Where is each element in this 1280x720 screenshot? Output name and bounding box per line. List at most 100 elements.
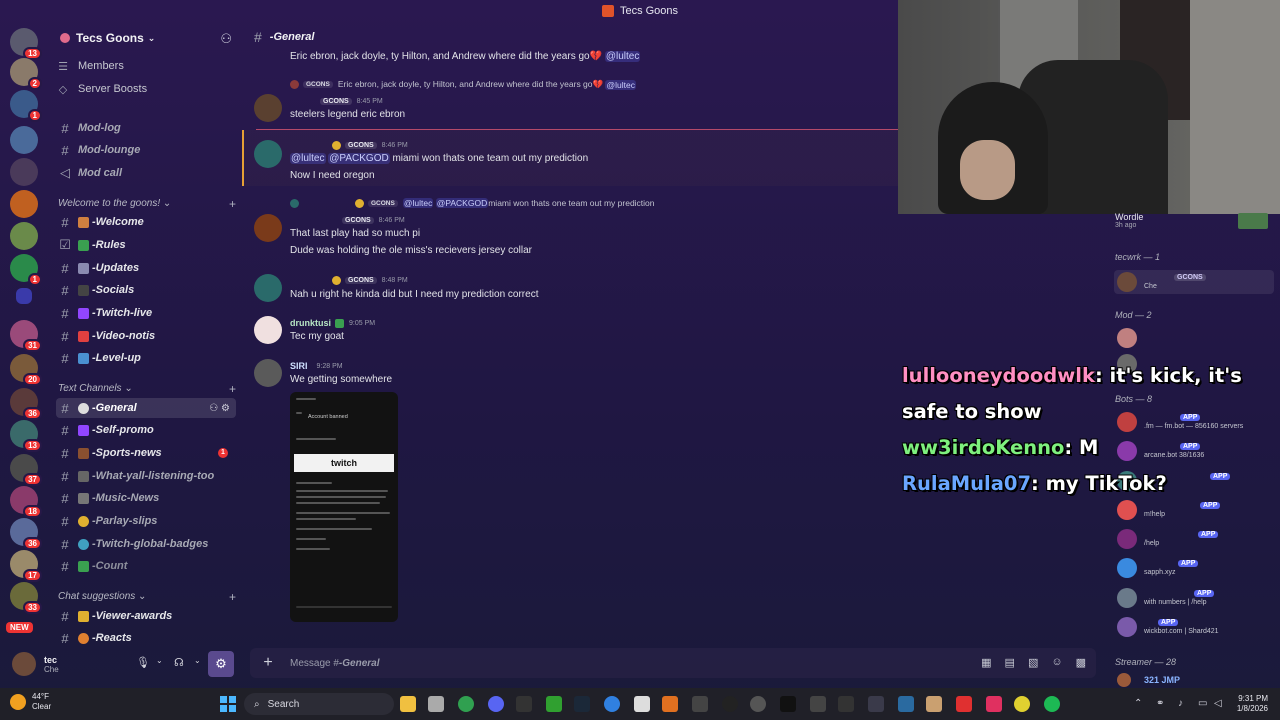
server-icon[interactable]: 17 xyxy=(10,550,42,582)
bot-row[interactable]: APP with numbers | /help xyxy=(1114,586,1274,610)
avatar[interactable] xyxy=(254,359,282,387)
app-icon[interactable] xyxy=(810,696,826,712)
bot-row[interactable]: APP wickbot.com | Shard421 xyxy=(1114,615,1274,639)
add-channel-icon[interactable]: + xyxy=(229,382,236,396)
channel-welcome[interactable]: # -Welcome xyxy=(56,212,236,232)
avatar[interactable] xyxy=(254,274,282,302)
server-icon[interactable] xyxy=(10,190,38,218)
author-name[interactable]: SIRI xyxy=(290,361,308,371)
server-icon[interactable]: 37 xyxy=(10,454,42,486)
mention[interactable]: @lultec xyxy=(290,153,326,164)
monitor-icon[interactable]: ▭ xyxy=(1198,698,1207,709)
avatar[interactable] xyxy=(254,316,282,344)
server-icon[interactable] xyxy=(10,158,38,186)
server-icon[interactable]: 2 xyxy=(10,58,42,90)
app-icon[interactable] xyxy=(750,696,766,712)
app-icon[interactable] xyxy=(926,696,942,712)
weather-widget[interactable]: 44°F Clear xyxy=(10,692,51,712)
channel-sports-news[interactable]: # -Sports-news 1 xyxy=(56,443,236,463)
channel-socials[interactable]: # -Socials xyxy=(56,280,236,300)
steam-icon[interactable] xyxy=(574,696,590,712)
image-attachment[interactable]: Account banned twitch xyxy=(290,392,398,622)
store-icon[interactable] xyxy=(428,696,444,712)
channel-self-promo[interactable]: # -Self-promo xyxy=(56,420,236,440)
apps-icon[interactable]: ▩ xyxy=(1076,656,1086,669)
avatar[interactable] xyxy=(254,214,282,242)
invite-icon[interactable]: ⚇ xyxy=(220,31,232,47)
mic-icon[interactable]: 🎙 xyxy=(136,656,150,669)
channel-level-up[interactable]: # -Level-up xyxy=(56,348,236,368)
mic-icon[interactable]: ♪ xyxy=(1178,698,1183,709)
server-icon[interactable]: 13 xyxy=(10,420,42,452)
avatar[interactable] xyxy=(254,94,282,122)
reply-preview[interactable]: GCONS @lultec @PACKGOD miami won thats o… xyxy=(290,198,655,208)
gift-icon[interactable]: ▦ xyxy=(981,656,991,669)
avatar[interactable] xyxy=(254,140,282,168)
mention[interactable]: @lultec xyxy=(402,198,434,208)
app-icon[interactable] xyxy=(898,696,914,712)
channel-mod-log[interactable]: # Mod-log xyxy=(56,118,236,138)
chevron-down-icon[interactable]: ⌄ xyxy=(156,656,163,665)
server-icon[interactable]: 36 xyxy=(10,388,42,420)
avatar[interactable] xyxy=(12,652,36,676)
gif-icon[interactable]: ▤ xyxy=(1005,656,1015,669)
app-icon[interactable] xyxy=(986,696,1002,712)
channel-parlay-slips[interactable]: # -Parlay-slips xyxy=(56,511,236,531)
start-button[interactable] xyxy=(220,696,236,712)
app-icon[interactable] xyxy=(838,696,854,712)
chrome-icon[interactable] xyxy=(458,696,474,712)
volume-icon[interactable]: ◁ xyxy=(1214,698,1222,709)
channel-music-news[interactable]: # -Music-News xyxy=(56,488,236,508)
channel-video-notis[interactable]: # -Video-notis xyxy=(56,326,236,346)
taskbar-search[interactable]: ⌕ Search xyxy=(244,693,394,715)
channel-twitch-global-badges[interactable]: # -Twitch-global-badges xyxy=(56,534,236,554)
member-row[interactable]: 321 JMP xyxy=(1114,672,1274,688)
clock[interactable]: 9:31 PM 1/8/2026 xyxy=(1237,694,1268,714)
channel-viewer-awards[interactable]: # -Viewer-awards xyxy=(56,606,236,626)
add-attachment-icon[interactable]: + xyxy=(260,655,276,671)
category-chat-suggestions[interactable]: Chat suggestions ⌄ + xyxy=(58,590,236,604)
author-name[interactable]: drunktusi xyxy=(290,318,331,328)
message-composer[interactable]: + Message #-General ▦ ▤ ▧ ☺ ▩ xyxy=(250,648,1096,678)
channel-what-yall-listening-too[interactable]: # -What-yall-listening-too xyxy=(56,466,236,486)
channel-rules[interactable]: ☑ -Rules xyxy=(56,235,236,255)
folder-icon[interactable] xyxy=(16,288,32,304)
server-icon[interactable]: 33 xyxy=(10,582,42,614)
channel-count[interactable]: # -Count xyxy=(56,556,236,576)
channel-mod-lounge[interactable]: # Mod-lounge xyxy=(56,140,236,160)
mention[interactable]: @PACKGOD xyxy=(328,153,390,164)
app-icon[interactable] xyxy=(1014,696,1030,712)
channel-twitch-live[interactable]: # -Twitch-live xyxy=(56,303,236,323)
spotify-icon[interactable] xyxy=(1044,696,1060,712)
add-channel-icon[interactable]: + xyxy=(229,590,236,604)
member-row[interactable]: GCONS Che xyxy=(1114,270,1274,294)
mention[interactable]: @lultec xyxy=(605,79,636,90)
server-icon[interactable] xyxy=(10,222,38,250)
server-icon[interactable]: 20 xyxy=(10,354,42,386)
app-icon[interactable] xyxy=(956,696,972,712)
channel-general[interactable]: # -General ⚇ ⚙ xyxy=(56,398,236,418)
category-text-channels[interactable]: Text Channels ⌄ + xyxy=(58,382,236,396)
obs-icon[interactable] xyxy=(722,696,738,712)
headphones-icon[interactable]: ☊ xyxy=(174,656,184,669)
app-icon[interactable] xyxy=(634,696,650,712)
server-icon[interactable] xyxy=(10,126,38,154)
channel-mod-call[interactable]: ◁ Mod call xyxy=(56,163,236,183)
app-icon[interactable] xyxy=(604,696,620,712)
server-icon[interactable]: 1 xyxy=(10,90,42,122)
sidebar-item-members[interactable]: ☰ Members xyxy=(56,56,236,76)
network-icon[interactable]: ⚭ xyxy=(1156,698,1164,709)
emoji-icon[interactable]: ☺ xyxy=(1051,656,1062,669)
sticker-icon[interactable]: ▧ xyxy=(1028,656,1038,669)
mention[interactable]: @PACKGOD xyxy=(435,198,489,208)
server-icon[interactable]: 18 xyxy=(10,486,42,518)
server-icon[interactable]: 31 xyxy=(10,320,42,352)
chevron-up-icon[interactable]: ⌃ xyxy=(1134,698,1142,709)
app-icon[interactable] xyxy=(780,696,796,712)
guild-header[interactable]: Tecs Goons ⌄ ⚇ xyxy=(48,22,242,54)
app-icon[interactable] xyxy=(662,696,678,712)
channel-reacts[interactable]: # -Reacts xyxy=(56,628,236,648)
reply-preview[interactable]: GCONS Eric ebron, jack doyle, ty Hilton,… xyxy=(290,79,636,90)
discord-icon[interactable] xyxy=(488,696,504,712)
settings-icon[interactable]: ⚙ xyxy=(208,651,234,677)
